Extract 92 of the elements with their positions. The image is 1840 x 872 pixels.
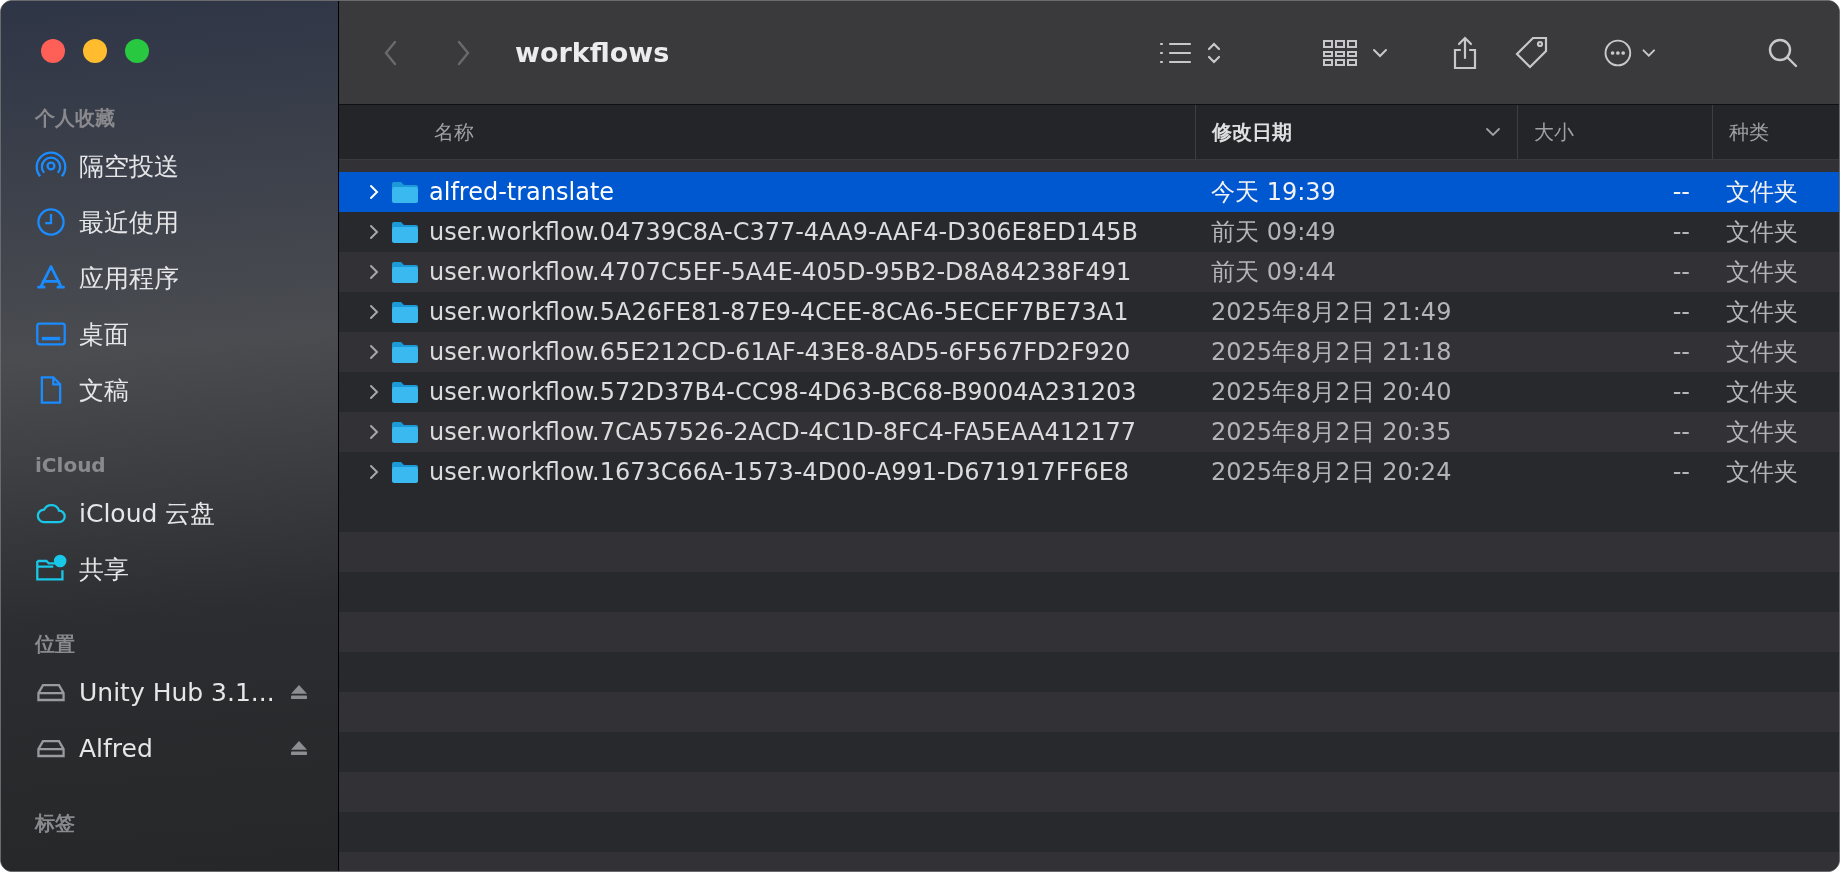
file-row[interactable]: user.workflow.572D37B4-CC98-4D63-BC68-B9004A231203 2025年8月2日 20:40 -- 文件夹	[339, 372, 1839, 412]
share-icon[interactable]	[1451, 34, 1479, 71]
modified-date: 2025年8月2日 20:40	[1211, 377, 1452, 408]
file-name: alfred-translate	[429, 178, 615, 206]
folder-icon	[391, 380, 419, 404]
sort-chevron-icon	[1485, 127, 1501, 137]
sidebar-section-heading: 个人收藏	[35, 105, 116, 132]
sidebar-section-heading: 标签	[35, 810, 76, 837]
folder-icon	[391, 460, 419, 484]
sidebar-item[interactable]: 共享	[35, 541, 338, 597]
column-header[interactable]: 大小	[1517, 105, 1712, 159]
file-kind: 文件夹	[1726, 217, 1798, 248]
file-size: --	[1672, 178, 1690, 206]
disclosure-chevron-icon[interactable]	[369, 224, 379, 240]
file-row[interactable]: user.workflow.04739C8A-C377-4AA9-AAF4-D306E8ED145B 前天 09:49 -- 文件夹	[339, 212, 1839, 252]
folder-icon	[391, 180, 419, 204]
file-size: --	[1672, 378, 1690, 406]
file-row[interactable]: user.workflow.4707C5EF-5A4E-405D-95B2-D8A84238F491 前天 09:44 -- 文件夹	[339, 252, 1839, 292]
sidebar-item[interactable]: 文稿	[35, 362, 338, 418]
file-name: user.workflow.65E212CD-61AF-43E8-8AD5-6F567FD2F920	[429, 338, 1131, 366]
column-header[interactable]: 修改日期	[1195, 105, 1517, 159]
sidebar-item[interactable]: Unity Hub 3.1...	[35, 664, 338, 720]
disclosure-chevron-icon[interactable]	[369, 264, 379, 280]
sidebar-section-heading: iCloud	[35, 452, 107, 479]
file-kind: 文件夹	[1726, 457, 1798, 488]
column-header[interactable]: 名称	[339, 105, 1195, 159]
file-kind: 文件夹	[1726, 177, 1798, 208]
modified-date: 前天 09:49	[1211, 217, 1336, 248]
file-row[interactable]: user.workflow.1673C66A-1573-4D00-A991-D671917FF6E8 2025年8月2日 20:24 -- 文件夹	[339, 452, 1839, 492]
sidebar-item[interactable]: 隔空投送	[35, 138, 338, 194]
file-row[interactable]: alfred-translate 今天 19:39 -- 文件夹	[339, 172, 1839, 212]
file-name: user.workflow.5A26FE81-87E9-4CEE-8CA6-5ECEF7BE73A1	[429, 298, 1129, 326]
file-kind: 文件夹	[1726, 297, 1798, 328]
file-kind: 文件夹	[1726, 417, 1798, 448]
eject-icon[interactable]	[290, 684, 308, 700]
file-row[interactable]: user.workflow.5A26FE81-87E9-4CEE-8CA6-5ECEF7BE73A1 2025年8月2日 21:49 -- 文件夹	[339, 292, 1839, 332]
file-kind: 文件夹	[1726, 337, 1798, 368]
file-kind: 文件夹	[1726, 257, 1798, 288]
file-name: user.workflow.04739C8A-C377-4AA9-AAF4-D306E8ED145B	[429, 218, 1138, 246]
sidebar-item[interactable]: Alfred	[35, 720, 338, 776]
file-size: --	[1672, 338, 1690, 366]
disclosure-chevron-icon[interactable]	[369, 424, 379, 440]
file-name: user.workflow.572D37B4-CC98-4D63-BC68-B9004A231203	[429, 378, 1137, 406]
sidebar-item-label: 应用程序	[79, 262, 180, 295]
file-row[interactable]: user.workflow.7CA57526-2ACD-4C1D-8FC4-FA5EAA412177 2025年8月2日 20:35 -- 文件夹	[339, 412, 1839, 452]
file-size: --	[1672, 418, 1690, 446]
folder-icon	[391, 420, 419, 444]
folder-icon	[391, 340, 419, 364]
modified-date: 今天 19:39	[1211, 177, 1336, 208]
modified-date: 2025年8月2日 20:35	[1211, 417, 1452, 448]
file-size: --	[1672, 458, 1690, 486]
sidebar-item[interactable]: 桌面	[35, 306, 338, 362]
zoom-button[interactable]	[125, 39, 149, 63]
eject-icon[interactable]	[290, 740, 308, 756]
search-icon[interactable]	[1767, 36, 1799, 69]
clock-icon	[35, 206, 67, 238]
folder-title: workflows	[515, 37, 670, 68]
sidebar-item[interactable]: 应用程序	[35, 250, 338, 306]
minimize-button[interactable]	[83, 39, 107, 63]
file-name: user.workflow.4707C5EF-5A4E-405D-95B2-D8A84238F491	[429, 258, 1132, 286]
sidebar-section-heading: 位置	[35, 631, 76, 658]
sidebar-item-label: 文稿	[79, 374, 130, 407]
sidebar-item-label: 最近使用	[79, 206, 180, 239]
folder-icon	[391, 260, 419, 284]
sidebar-item-label: 隔空投送	[79, 150, 180, 183]
disclosure-chevron-icon[interactable]	[369, 464, 379, 480]
modified-date: 2025年8月2日 21:49	[1211, 297, 1452, 328]
sidebar-item-label: 共享	[79, 553, 130, 586]
file-size: --	[1672, 298, 1690, 326]
sidebar-item-label: iCloud 云盘	[79, 497, 217, 530]
disclosure-chevron-icon[interactable]	[369, 384, 379, 400]
file-kind: 文件夹	[1726, 377, 1798, 408]
file-name: user.workflow.1673C66A-1573-4D00-A991-D671917FF6E8	[429, 458, 1130, 486]
folder-icon	[391, 300, 419, 324]
folder-icon	[391, 220, 419, 244]
close-button[interactable]	[41, 39, 65, 63]
modified-date: 2025年8月2日 20:24	[1211, 457, 1452, 488]
disclosure-chevron-icon[interactable]	[369, 304, 379, 320]
disclosure-chevron-icon[interactable]	[369, 344, 379, 360]
tag-icon[interactable]	[1513, 34, 1549, 71]
file-size: --	[1672, 218, 1690, 246]
modified-date: 2025年8月2日 21:18	[1211, 337, 1452, 368]
file-row[interactable]: user.workflow.65E212CD-61AF-43E8-8AD5-6F567FD2F920 2025年8月2日 21:18 -- 文件夹	[339, 332, 1839, 372]
sidebar-item[interactable]: iCloud 云盘	[35, 485, 338, 541]
file-size: --	[1672, 258, 1690, 286]
modified-date: 前天 09:44	[1211, 257, 1336, 288]
sidebar-item-label: Alfred	[79, 733, 154, 763]
sidebar-item-label: 桌面	[79, 318, 130, 351]
column-header[interactable]: 种类	[1712, 105, 1839, 159]
sidebar-item[interactable]: 最近使用	[35, 194, 338, 250]
file-name: user.workflow.7CA57526-2ACD-4C1D-8FC4-FA5EAA412177	[429, 418, 1137, 446]
sidebar-item-label: Unity Hub 3.1...	[79, 677, 276, 707]
